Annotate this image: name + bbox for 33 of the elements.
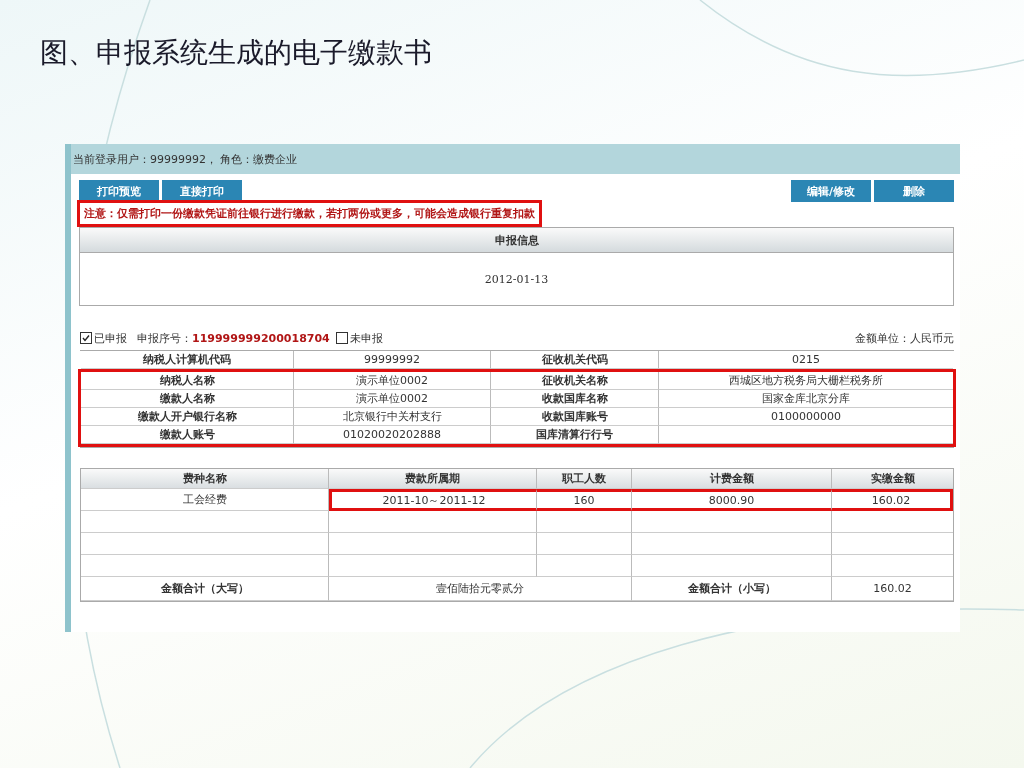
panel-title: 申报信息 bbox=[494, 232, 539, 248]
table-cell: 2011-10～2011-12 bbox=[329, 489, 537, 511]
action-button[interactable]: 删除 bbox=[874, 180, 954, 202]
table-cell: 工会经费 bbox=[81, 489, 329, 511]
user-info: 当前登录用户：99999992， 角色：缴费企业 bbox=[73, 151, 298, 167]
table-cell: 国库清算行行号 bbox=[491, 426, 659, 444]
slide-title: 图、申报系统生成的电子缴款书 bbox=[40, 35, 432, 71]
checkbox-label: 已申报 bbox=[94, 330, 127, 346]
column-header: 职工人数 bbox=[537, 469, 632, 489]
table-cell: 160.02 bbox=[832, 489, 953, 511]
table-cell: 金额合计（小写） bbox=[632, 577, 832, 601]
print-button[interactable]: 直接打印 bbox=[162, 180, 242, 202]
currency-unit: 金额单位：人民币元 bbox=[855, 330, 954, 346]
serial-label: 申报序号： bbox=[137, 330, 192, 346]
undeclared-checkbox[interactable] bbox=[335, 332, 348, 344]
column-header: 实缴金额 bbox=[832, 469, 953, 489]
declaration-date: 2012-01-13 bbox=[484, 272, 549, 286]
table-cell: 缴款人账号 bbox=[81, 426, 294, 444]
column-header: 计费金额 bbox=[632, 469, 832, 489]
action-button[interactable]: 编辑/修改 bbox=[791, 180, 871, 202]
print-button[interactable]: 打印预览 bbox=[79, 180, 159, 202]
table-cell: 壹佰陆拾元零贰分 bbox=[329, 577, 632, 601]
serial-number: 119999999200018704 bbox=[192, 331, 330, 345]
checkbox-label: 未申报 bbox=[349, 330, 383, 346]
warning-notice: 注意：仅需打印一份缴款凭证前往银行进行缴款，若打两份或更多，可能会造成银行重复扣款 bbox=[77, 200, 542, 227]
table-cell: 01020020202888 bbox=[294, 426, 491, 444]
table-cell: 8000.90 bbox=[632, 489, 832, 511]
table-cell: 160.02 bbox=[832, 577, 953, 601]
column-header: 费款所属期 bbox=[329, 469, 537, 489]
table-cell: 160 bbox=[537, 489, 632, 511]
table-cell: 金额合计（大写） bbox=[81, 577, 329, 601]
column-header: 费种名称 bbox=[81, 469, 329, 489]
declared-checkbox[interactable] bbox=[80, 332, 92, 344]
